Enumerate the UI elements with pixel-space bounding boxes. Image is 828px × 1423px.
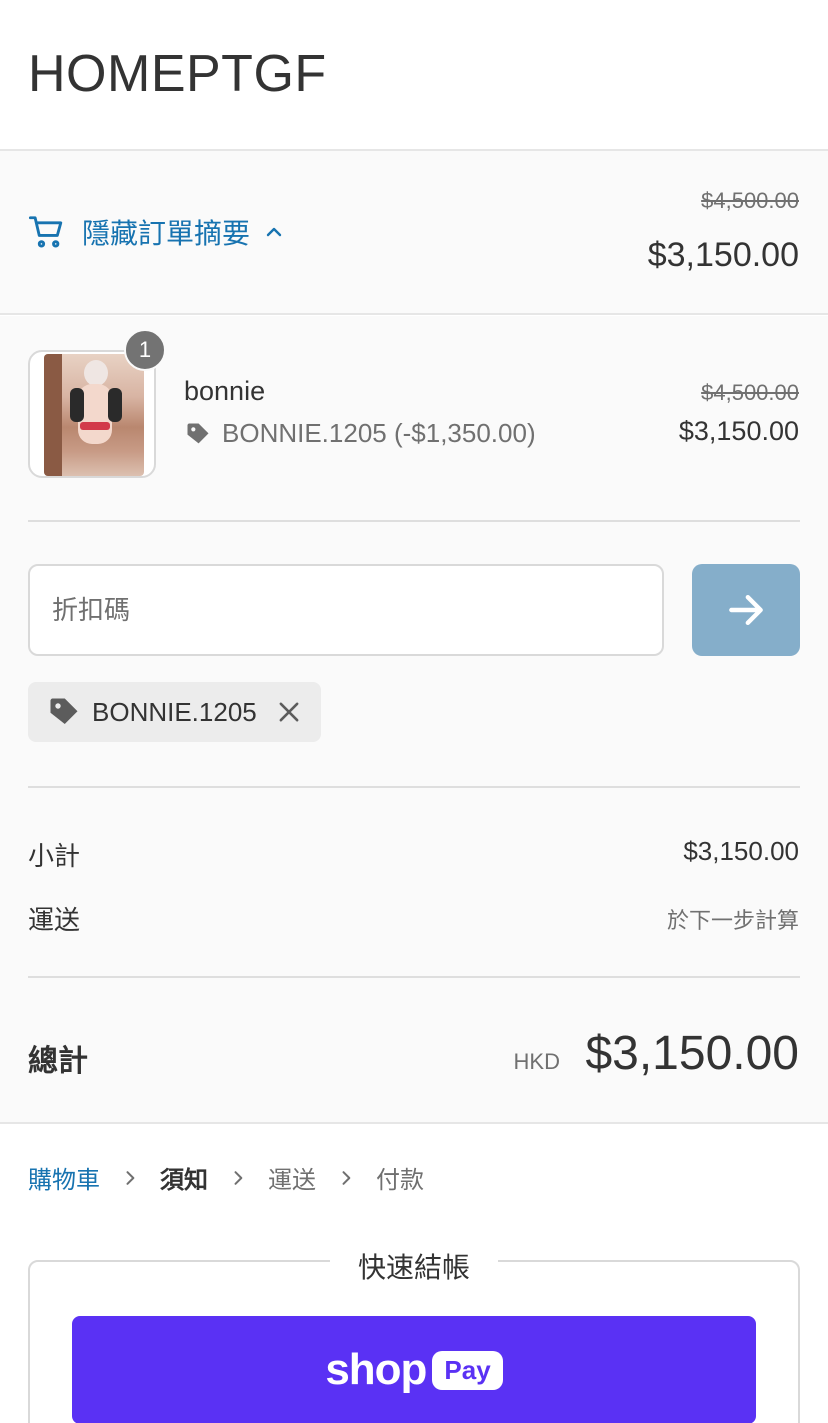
total-amount: $3,150.00 (585, 1027, 799, 1080)
cart-icon (28, 216, 63, 248)
close-icon[interactable] (275, 698, 303, 726)
shop-pay-button[interactable]: shop Pay (72, 1316, 756, 1423)
product-original-price: $4,500.00 (701, 380, 799, 405)
shipping-value: 於下一步計算 (666, 908, 799, 933)
product-image (44, 354, 144, 476)
subtotal-label: 小計 (28, 841, 81, 871)
header: HOMEPTGF (0, 0, 828, 151)
chevron-right-icon (234, 1170, 243, 1185)
express-checkout-title: 快速結帳 (330, 1246, 498, 1286)
shipping-label: 運送 (28, 905, 81, 935)
tag-icon (50, 698, 78, 724)
total-currency: HKD (513, 1049, 560, 1074)
discount-code-input[interactable] (28, 564, 664, 656)
breadcrumb-shipping: 運送 (268, 1167, 316, 1194)
product-discount: BONNIE.1205 (-$1,350.00) (184, 418, 536, 449)
breadcrumb-information: 須知 (160, 1167, 208, 1194)
chevron-right-icon (342, 1170, 351, 1185)
apply-discount-button[interactable] (692, 564, 800, 656)
order-summary-toggle[interactable]: 隱藏訂單摘要 (28, 212, 286, 252)
summary-total: $3,150.00 (647, 236, 799, 274)
chevron-up-icon (266, 227, 282, 237)
product-discount-label: BONNIE.1205 (-$1,350.00) (222, 418, 536, 448)
product-name: bonnie (184, 376, 266, 406)
applied-discount-code: BONNIE.1205 (92, 696, 257, 727)
divider (28, 786, 800, 788)
summary-original-total: $4,500.00 (701, 188, 799, 213)
total-label: 總計 (28, 1045, 88, 1078)
breadcrumb-payment: 付款 (376, 1167, 424, 1194)
applied-discount-chip: BONNIE.1205 (28, 682, 321, 742)
shop-pay-logo-text: shop (325, 1345, 427, 1394)
breadcrumb: 購物車 須知 運送 付款 (28, 1160, 424, 1195)
chevron-right-icon (126, 1170, 135, 1185)
shop-pay-logo-pill: Pay (432, 1350, 503, 1390)
breadcrumb-cart[interactable]: 購物車 (28, 1160, 100, 1195)
quantity-badge: 1 (124, 329, 166, 371)
subtotal-value: $3,150.00 (683, 836, 799, 866)
product-price: $3,150.00 (678, 416, 799, 446)
order-summary-toggle-label: 隱藏訂單摘要 (82, 218, 251, 249)
tag-icon (187, 423, 209, 443)
divider (28, 520, 800, 522)
divider (28, 976, 800, 978)
store-name[interactable]: HOMEPTGF (28, 44, 327, 104)
arrow-right-icon (729, 594, 763, 626)
